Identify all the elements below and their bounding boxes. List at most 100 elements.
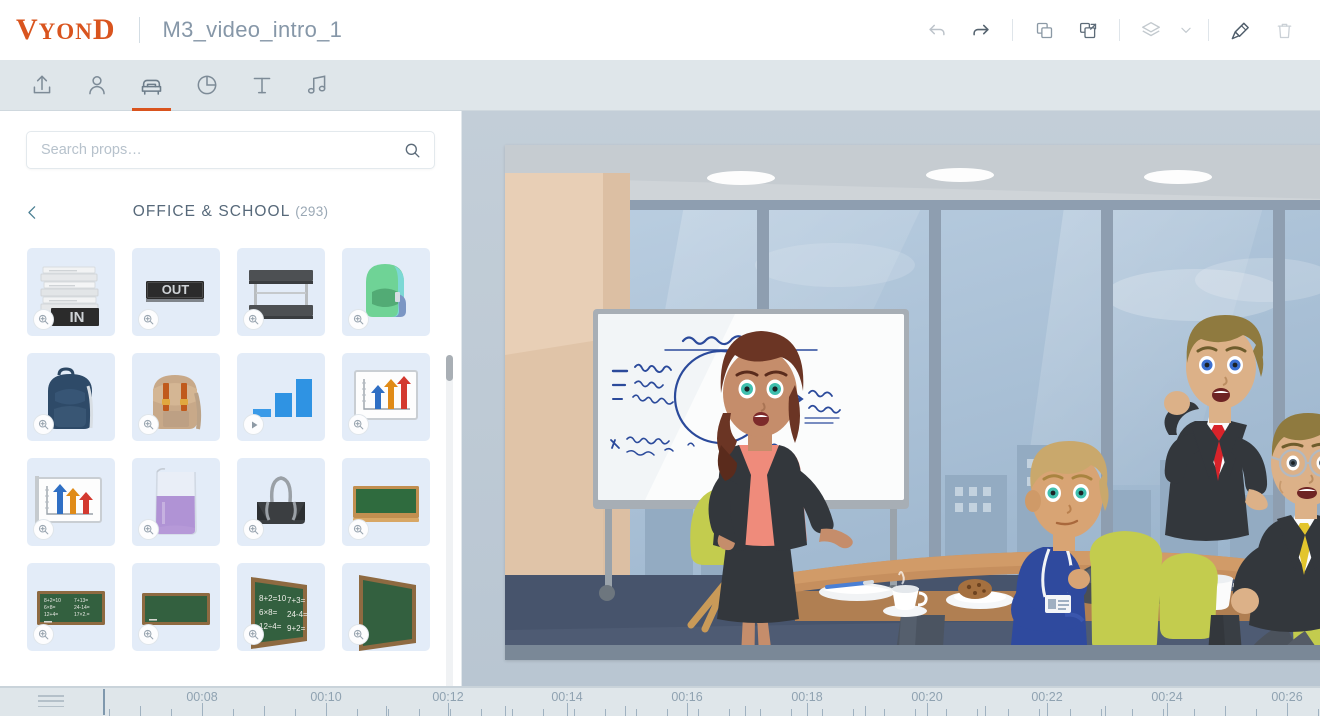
- zoom-preview-icon[interactable]: [33, 519, 54, 540]
- svg-text:8+2=10: 8+2=10: [44, 598, 61, 604]
- timeline-tick-major: [567, 703, 568, 716]
- timeline-tick: [1039, 709, 1040, 716]
- timeline-grip-handle[interactable]: [38, 695, 64, 707]
- timeline-tick: [1318, 709, 1319, 716]
- timeline-track[interactable]: [100, 687, 1320, 716]
- zoom-preview-icon[interactable]: [138, 519, 159, 540]
- prop-tile[interactable]: [27, 458, 115, 546]
- timeline-tick: [109, 709, 110, 716]
- layers-icon[interactable]: [1129, 8, 1173, 52]
- timeline-time-label: 00:12: [432, 690, 464, 704]
- zoom-preview-icon[interactable]: [33, 309, 54, 330]
- timeline-tick: [667, 709, 668, 716]
- zoom-preview-icon[interactable]: [348, 414, 369, 435]
- divider: [1012, 19, 1013, 41]
- svg-text:8+2=10: 8+2=10: [259, 594, 287, 603]
- timeline-tick: [357, 709, 358, 716]
- prop-tile[interactable]: [237, 248, 325, 336]
- zoom-preview-icon[interactable]: [138, 309, 159, 330]
- prop-tile[interactable]: OUT: [132, 248, 220, 336]
- duplicate-to-scene-icon[interactable]: [1066, 8, 1110, 52]
- svg-text:17×2.=: 17×2.=: [74, 612, 90, 618]
- timeline-time-label: 00:10: [310, 690, 342, 704]
- library-scrollbar[interactable]: [446, 355, 453, 716]
- tab-text[interactable]: [234, 60, 289, 111]
- timeline-tick: [574, 709, 575, 716]
- timeline-tick: [450, 709, 451, 716]
- zoom-preview-icon[interactable]: [348, 624, 369, 645]
- prop-tile[interactable]: [132, 353, 220, 441]
- prop-tile[interactable]: [132, 563, 220, 651]
- svg-text:IN: IN: [70, 309, 85, 326]
- svg-text:12+4=: 12+4=: [44, 612, 58, 618]
- top-action-group: [915, 8, 1306, 52]
- play-preview-icon[interactable]: [243, 414, 264, 435]
- timeline-tick-major: [326, 703, 327, 716]
- svg-text:6×8=: 6×8=: [44, 605, 55, 611]
- tab-props[interactable]: [124, 60, 179, 111]
- timeline-tick-major: [202, 703, 203, 716]
- zoom-preview-icon[interactable]: [138, 414, 159, 435]
- prop-tile[interactable]: [237, 458, 325, 546]
- scene-artwork: [505, 145, 1320, 660]
- zoom-preview-icon[interactable]: [33, 414, 54, 435]
- scene-stage[interactable]: [505, 145, 1320, 660]
- timeline-time-label: 00:20: [911, 690, 943, 704]
- tab-audio[interactable]: [289, 60, 344, 111]
- prop-tile[interactable]: [342, 458, 430, 546]
- library-scrollbar-thumb[interactable]: [446, 355, 453, 381]
- timeline-tick: [1132, 709, 1133, 716]
- prop-tile[interactable]: [237, 353, 325, 441]
- copy-icon[interactable]: [1022, 8, 1066, 52]
- timeline-tick: [853, 709, 854, 716]
- timeline-time-label: 00:14: [551, 690, 583, 704]
- search-area: [0, 111, 461, 169]
- timeline-tick: [388, 709, 389, 716]
- prop-tile[interactable]: [342, 248, 430, 336]
- prop-tile[interactable]: IN: [27, 248, 115, 336]
- timeline-tick-mid: [1105, 706, 1106, 716]
- prop-grid-scroll[interactable]: IN OUT 8+2=10 7+13= 6×8= 24-14= 12+4= 17…: [0, 242, 462, 686]
- undo-icon[interactable]: [915, 8, 959, 52]
- search-icon[interactable]: [403, 141, 434, 160]
- prop-tile[interactable]: [27, 353, 115, 441]
- document-title[interactable]: M3_video_intro_1: [162, 17, 342, 43]
- zoom-preview-icon[interactable]: [348, 309, 369, 330]
- timeline-tick-major: [1047, 703, 1048, 716]
- timeline[interactable]: 00:08 00:10 00:12 00:14 00:16 00:18 00:20 00:22…: [0, 686, 1320, 716]
- timeline-tick: [698, 709, 699, 716]
- tab-upload[interactable]: [14, 60, 69, 111]
- back-chevron-icon[interactable]: [24, 204, 41, 221]
- prop-tile[interactable]: 8+2=10 7+13= 6×8= 24-14= 12+4= 17×2.=: [27, 563, 115, 651]
- chevron-down-icon[interactable]: [1173, 8, 1199, 52]
- tab-charts[interactable]: [179, 60, 234, 111]
- timeline-tick-major: [1167, 703, 1168, 716]
- prop-tile[interactable]: [342, 563, 430, 651]
- search-box[interactable]: [26, 131, 435, 169]
- timeline-tick: [791, 709, 792, 716]
- vyond-logo[interactable]: VYOND: [16, 13, 115, 47]
- zoom-preview-icon[interactable]: [243, 309, 264, 330]
- prop-tile[interactable]: [342, 353, 430, 441]
- delete-icon[interactable]: [1262, 8, 1306, 52]
- divider: [1208, 19, 1209, 41]
- zoom-preview-icon[interactable]: [243, 519, 264, 540]
- zoom-preview-icon[interactable]: [138, 624, 159, 645]
- tab-characters[interactable]: [69, 60, 124, 111]
- format-painter-icon[interactable]: [1218, 8, 1262, 52]
- search-input[interactable]: [27, 132, 403, 168]
- zoom-preview-icon[interactable]: [243, 624, 264, 645]
- timeline-tick-mid: [386, 706, 387, 716]
- timeline-tick-major: [927, 703, 928, 716]
- redo-icon[interactable]: [959, 8, 1003, 52]
- zoom-preview-icon[interactable]: [33, 624, 54, 645]
- svg-text:7+3=: 7+3=: [287, 596, 306, 605]
- timeline-tick: [1256, 709, 1257, 716]
- prop-grid: IN OUT 8+2=10 7+13= 6×8= 24-14= 12+4= 17…: [0, 242, 462, 651]
- logo-divider: [139, 17, 141, 43]
- timeline-tick: [1194, 709, 1195, 716]
- zoom-preview-icon[interactable]: [348, 519, 369, 540]
- prop-tile[interactable]: 8+2=10 7+3= 6×8= 24-4= 12÷4= 9+2=: [237, 563, 325, 651]
- prop-tile[interactable]: [132, 458, 220, 546]
- canvas-area[interactable]: [462, 111, 1320, 686]
